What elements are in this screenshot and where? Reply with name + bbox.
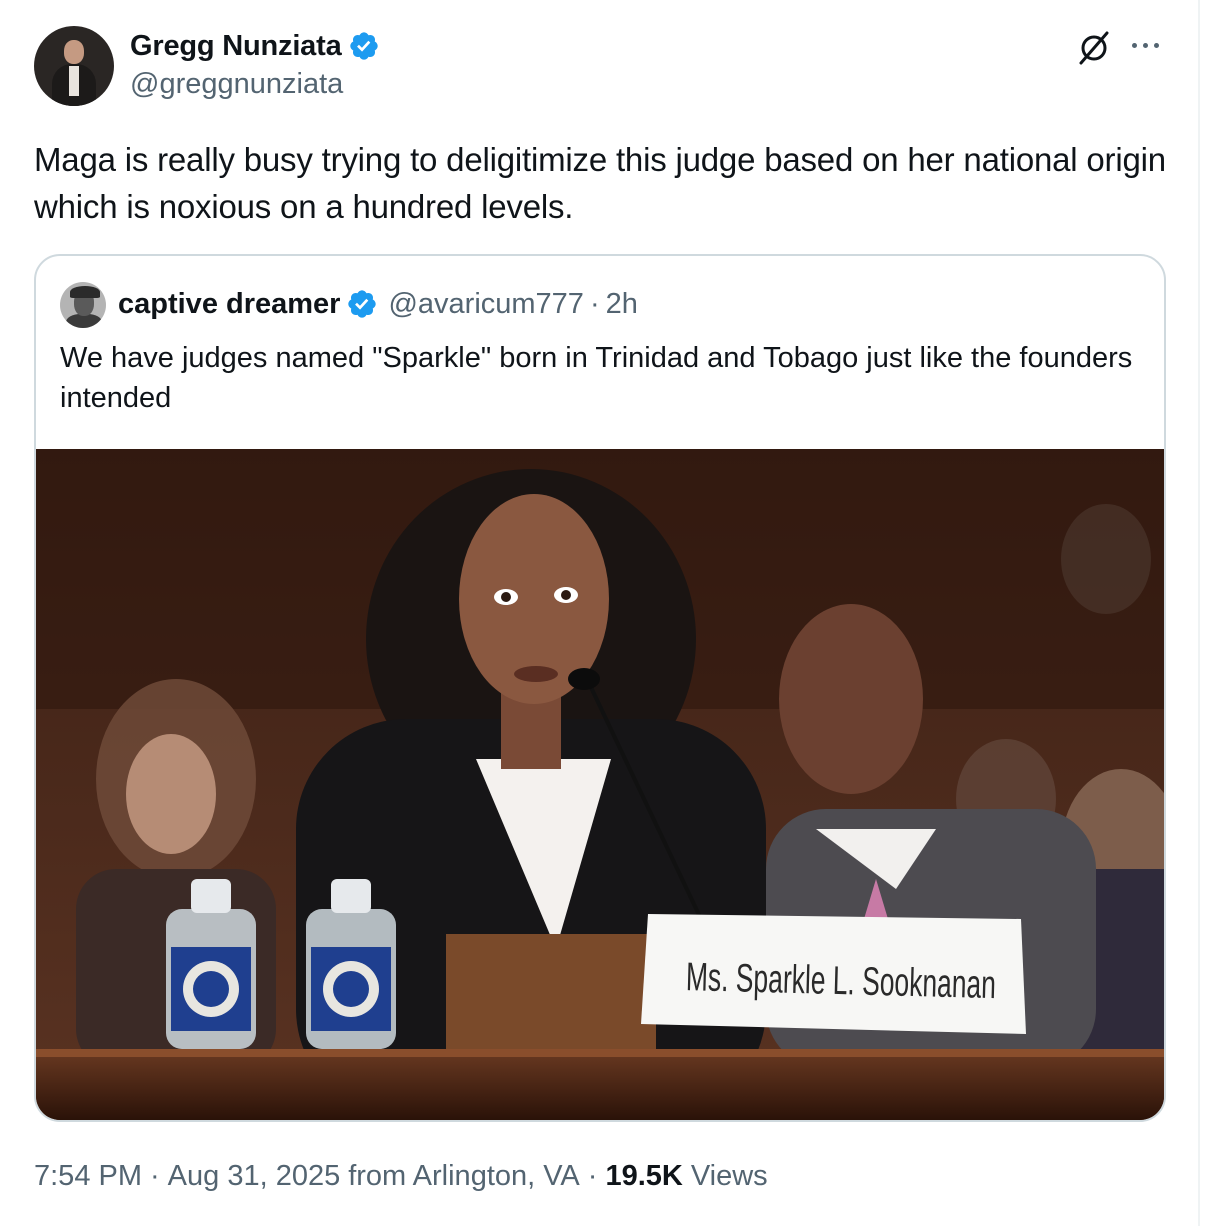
separator-dot: · xyxy=(587,1159,598,1192)
quoted-author-display-name[interactable]: captive dreamer xyxy=(118,288,340,321)
more-icon[interactable] xyxy=(1128,30,1164,62)
quoted-tweet-photo[interactable]: Ms. Sparkle L. Sooknanan xyxy=(36,449,1164,1120)
grok-icon[interactable] xyxy=(1076,30,1112,66)
author-display-name[interactable]: Gregg Nunziata xyxy=(130,30,342,63)
quoted-author-handle[interactable]: @avaricum777 xyxy=(388,288,583,321)
verified-badge-icon[interactable] xyxy=(348,30,380,62)
separator-dot: · xyxy=(589,287,600,320)
quoted-tweet-text: We have judges named "Sparkle" born in T… xyxy=(60,342,1133,414)
tweet-location: from Arlington, VA xyxy=(348,1159,580,1192)
tweet-metadata: 7:54 PM · Aug 31, 2025 from Arlington, V… xyxy=(34,1156,768,1196)
quoted-tweet-time[interactable]: 2h xyxy=(606,288,638,321)
column-divider xyxy=(1198,0,1200,1226)
quoted-author-avatar[interactable] xyxy=(60,282,106,328)
author-avatar[interactable] xyxy=(34,26,114,106)
quoted-tweet-header: captive dreamer @avaricum777 · 2h xyxy=(118,284,638,324)
nameplate-text: Ms. Sparkle L. Sooknanan xyxy=(685,955,996,1007)
verified-badge-icon[interactable] xyxy=(346,288,378,320)
tweet-text: Maga is really busy trying to deligitimi… xyxy=(34,141,1166,225)
tweet-time[interactable]: 7:54 PM xyxy=(34,1160,142,1193)
author-handle[interactable]: @greggnunziata xyxy=(130,68,343,101)
views-label: Views xyxy=(690,1159,768,1192)
tweet-date[interactable]: Aug 31, 2025 xyxy=(168,1160,341,1193)
tweet: Gregg Nunziata @greggnunziata Maga is re… xyxy=(0,0,1200,1226)
quoted-tweet[interactable]: captive dreamer @avaricum777 · 2h We hav… xyxy=(34,254,1166,1122)
separator-dot: · xyxy=(150,1159,160,1192)
author-name-row: Gregg Nunziata xyxy=(130,28,380,64)
views-count[interactable]: 19.5K xyxy=(605,1160,682,1193)
